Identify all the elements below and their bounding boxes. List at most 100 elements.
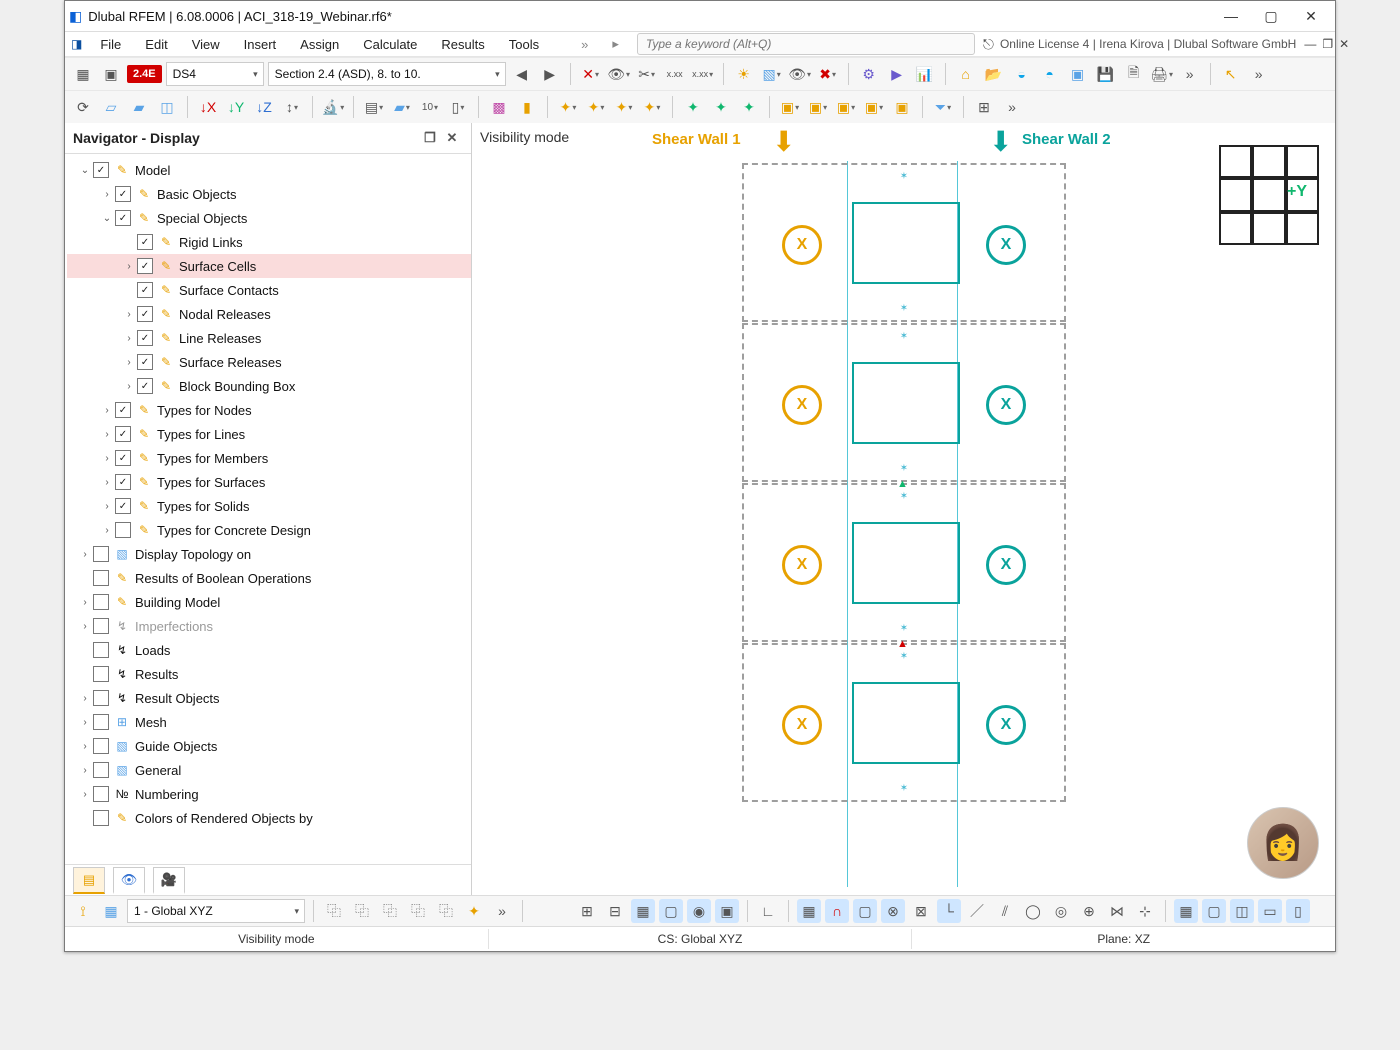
tb-eye2-icon[interactable]: 👁▾ (788, 62, 812, 86)
tb-eye-icon[interactable]: 👁▾ (607, 62, 631, 86)
chevron-right-icon[interactable]: › (77, 597, 93, 608)
tb-shelf-icon[interactable]: ▤▾ (362, 95, 386, 119)
checkbox[interactable] (93, 666, 109, 682)
tb-plane-icon[interactable]: ▰▾ (390, 95, 414, 119)
tree-node[interactable]: ›№Numbering (67, 782, 471, 806)
chevron-right-icon[interactable]: › (99, 429, 115, 440)
tree-node[interactable]: ›✎Types for Nodes (67, 398, 471, 422)
bt-s7-icon[interactable]: ／ (965, 899, 989, 923)
chevron-right-icon[interactable]: › (99, 501, 115, 512)
bt-on-icon[interactable]: ✦ (462, 899, 486, 923)
tree-node[interactable]: ✎Rigid Links (67, 230, 471, 254)
tree-node[interactable]: ›▧Display Topology on (67, 542, 471, 566)
tb-cloud1-icon[interactable]: ◒ (1010, 62, 1034, 86)
bt-v5-icon[interactable]: ▯ (1286, 899, 1310, 923)
checkbox[interactable] (93, 642, 109, 658)
checkbox[interactable] (115, 498, 131, 514)
tb-flag-x-icon[interactable]: ✕▾ (579, 62, 603, 86)
app-menu-icon[interactable]: ◨ (71, 37, 82, 51)
tree-node[interactable]: ✎Colors of Rendered Objects by (67, 806, 471, 830)
cs-combo[interactable]: 1 - Global XYZ (127, 899, 305, 923)
chevron-right-icon[interactable]: › (77, 621, 93, 632)
nav-tab-display-icon[interactable]: 👁 (113, 867, 145, 894)
checkbox[interactable] (137, 354, 153, 370)
tb-green1-icon[interactable]: ✦ (681, 95, 705, 119)
bt-grid3-icon[interactable]: ▦ (631, 899, 655, 923)
chevron-right-icon[interactable]: › (99, 477, 115, 488)
tb-save2-icon[interactable]: 🗎 (1122, 62, 1146, 86)
tb-axis-x-icon[interactable]: ↓X (196, 95, 220, 119)
maximize-button[interactable]: ▢ (1251, 2, 1291, 30)
chevron-right-icon[interactable]: › (77, 549, 93, 560)
bt-s11-icon[interactable]: ⊕ (1077, 899, 1101, 923)
tb-cyl-icon[interactable]: ▯▾ (446, 95, 470, 119)
menu-calculate[interactable]: Calculate (353, 34, 427, 55)
tb-folder-icon[interactable]: 📂 (982, 62, 1006, 86)
bt-v3-icon[interactable]: ◫ (1230, 899, 1254, 923)
menu-play-icon[interactable]: ▸ (602, 33, 629, 55)
tree-node[interactable]: ›✎Block Bounding Box (67, 374, 471, 398)
tree-node[interactable]: ›✎Surface Cells (67, 254, 471, 278)
bt-s6-icon[interactable]: └ (937, 899, 961, 923)
checkbox[interactable] (93, 162, 109, 178)
bt-cs-icon[interactable]: ▦ (99, 899, 123, 923)
checkbox[interactable] (115, 426, 131, 442)
checkbox[interactable] (115, 402, 131, 418)
tb-axis-z-icon[interactable]: ↓Z (252, 95, 276, 119)
bt-v4-icon[interactable]: ▭ (1258, 899, 1282, 923)
navigator-close-icon[interactable]: ✕ (441, 130, 463, 146)
tb-star2-icon[interactable]: ✦▾ (584, 95, 608, 119)
tree-node[interactable]: ›✎Nodal Releases (67, 302, 471, 326)
bt-magnet-icon[interactable]: ∩ (825, 899, 849, 923)
nav-tab-views-icon[interactable]: 🎥 (153, 867, 185, 894)
tb-sel5-icon[interactable]: ▣ (890, 95, 914, 119)
tb-calc-icon[interactable]: ⚙ (857, 62, 881, 86)
model-canvas[interactable]: Visibility mode Shear Wall 1 ⬇ ⬇ Shear W… (472, 123, 1335, 895)
tb-sel1-icon[interactable]: ▣▾ (778, 95, 802, 119)
tb-home-icon[interactable]: ⌂ (954, 62, 978, 86)
tree-node[interactable]: ›↯Imperfections (67, 614, 471, 638)
tb-overflow3[interactable]: » (1000, 95, 1024, 119)
tb-mesh2-icon[interactable]: ▮ (515, 95, 539, 119)
tb-cube-icon[interactable]: ▣ (1066, 62, 1090, 86)
tb-boxwire2-icon[interactable]: ▰ (127, 95, 151, 119)
bt-copy2-icon[interactable]: ⿻ (350, 899, 374, 923)
bt-copy4-icon[interactable]: ⿻ (406, 899, 430, 923)
tree-node[interactable]: ↯Loads (67, 638, 471, 662)
chevron-right-icon[interactable]: › (121, 309, 137, 320)
checkbox[interactable] (137, 282, 153, 298)
bt-origin-icon[interactable]: ⟟ (71, 899, 95, 923)
bt-s9-icon[interactable]: ◯ (1021, 899, 1045, 923)
tree-node[interactable]: ›✎Types for Concrete Design (67, 518, 471, 542)
menu-overflow[interactable]: » (571, 34, 598, 55)
tb-new-icon[interactable]: ▦ (71, 62, 95, 86)
checkbox[interactable] (137, 330, 153, 346)
bt-v2-icon[interactable]: ▢ (1202, 899, 1226, 923)
tb-sel3-icon[interactable]: ▣▾ (834, 95, 858, 119)
tb-sun-icon[interactable]: ☀ (732, 62, 756, 86)
tb-mesh1-icon[interactable]: ▩ (487, 95, 511, 119)
tb-overflow2[interactable]: » (1247, 62, 1271, 86)
view-cube[interactable]: +Y (1219, 145, 1319, 245)
bt-overflow[interactable]: » (490, 899, 514, 923)
tb-grid-icon[interactable]: ⊞ (972, 95, 996, 119)
checkbox[interactable] (115, 450, 131, 466)
tb-star4-icon[interactable]: ✦▾ (640, 95, 664, 119)
checkbox[interactable] (137, 378, 153, 394)
chevron-right-icon[interactable]: › (99, 189, 115, 200)
checkbox[interactable] (93, 618, 109, 634)
tb-microscope-icon[interactable]: 🔬▾ (321, 95, 345, 119)
tb-star1-icon[interactable]: ✦▾ (556, 95, 580, 119)
bt-s8-icon[interactable]: ⫽ (993, 899, 1017, 923)
bt-snap3-icon[interactable]: ▣ (715, 899, 739, 923)
chevron-right-icon[interactable]: › (77, 789, 93, 800)
chevron-right-icon[interactable]: › (99, 453, 115, 464)
checkbox[interactable] (137, 258, 153, 274)
chevron-right-icon[interactable]: › (77, 717, 93, 728)
checkbox[interactable] (93, 594, 109, 610)
chevron-right-icon[interactable]: › (99, 525, 115, 536)
tree-node[interactable]: ›✎Types for Members (67, 446, 471, 470)
checkbox[interactable] (115, 474, 131, 490)
checkbox[interactable] (93, 714, 109, 730)
bt-snap2-icon[interactable]: ◉ (687, 899, 711, 923)
